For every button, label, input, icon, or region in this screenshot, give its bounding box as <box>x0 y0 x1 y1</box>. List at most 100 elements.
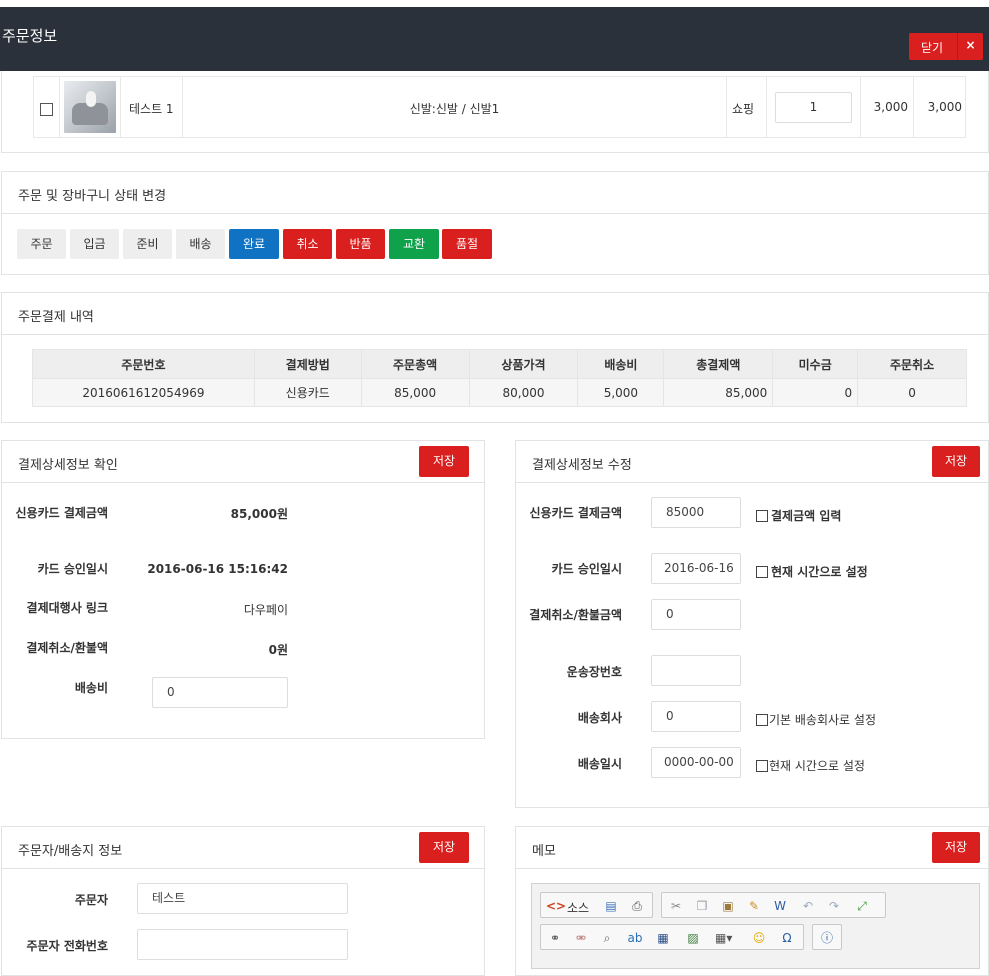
edit-approved-label: 카드 승인일시 <box>551 562 622 576</box>
unlink-icon[interactable]: ⚮ <box>573 930 589 946</box>
link-icon[interactable]: ⚭ <box>547 930 563 946</box>
copy-icon[interactable]: ❐ <box>694 898 710 914</box>
approved-date-input[interactable]: 2016-06-16 <box>651 553 741 584</box>
status-ship-button[interactable]: 배송 <box>176 229 225 259</box>
preview-icon[interactable]: ▤ <box>603 898 619 914</box>
payment-header: 주문총액 <box>360 349 470 379</box>
tracking-number-input[interactable] <box>651 655 741 686</box>
payment-header: 주문취소 <box>857 349 967 379</box>
print-icon[interactable]: ⎙ <box>629 898 645 914</box>
edit-card-amount-label: 신용카드 결제금액 <box>529 506 623 520</box>
ship-date-now-checkbox[interactable]: 현재 시간으로 설정 <box>756 759 865 773</box>
edit-tracking-label: 운송장번호 <box>566 665 622 679</box>
quantity-input[interactable]: 1 <box>775 92 852 123</box>
confirm-pg: 다우페이 <box>243 603 288 617</box>
product-checkbox[interactable] <box>40 103 53 116</box>
courier-input[interactable]: 0 <box>651 701 741 732</box>
confirm-refund-label: 결제취소/환불액 <box>26 641 108 655</box>
close-button-label: 닫기 <box>921 41 944 55</box>
checkbox-icon[interactable] <box>756 510 768 522</box>
orderer-label: 주문자 <box>74 893 108 907</box>
payment-panel-title: 주문결제 내역 <box>18 310 94 325</box>
table-icon[interactable]: ▦▾ <box>715 930 732 946</box>
payment-cell: 2016061612054969 <box>32 378 255 407</box>
product-thumbnail <box>64 81 116 133</box>
default-courier-checkbox-label: 기본 배송회사로 설정 <box>769 713 876 727</box>
modal-header: 주문정보 닫기 × <box>0 7 989 71</box>
table-row: 2016061612054969 신용카드 85,000 80,000 5,00… <box>32 378 967 407</box>
edit-ship-date-label: 배송일시 <box>577 757 622 771</box>
toolbar-group-insert: ⚭ ⚮ ⌕ ab ▦ ▨ ▦▾ ☺ Ω <box>540 924 804 950</box>
payment-table: 주문번호 결제방법 주문총액 상품가격 배송비 총결제액 미수금 주문취소 20… <box>32 349 967 407</box>
source-button-label[interactable]: 소스 <box>567 899 589 916</box>
cut-icon[interactable]: ✂ <box>668 898 684 914</box>
image-icon[interactable]: ▨ <box>685 930 701 946</box>
product-type: 쇼핑 <box>732 102 755 116</box>
status-order-button[interactable]: 주문 <box>17 229 66 259</box>
paste-word-icon[interactable]: W <box>772 898 788 914</box>
orderer-phone-label: 주문자 전화번호 <box>26 939 108 953</box>
special-char-icon[interactable]: Ω <box>779 930 795 946</box>
ship-date-input[interactable]: 0000-00-00 <box>651 747 741 778</box>
undo-icon[interactable]: ↶ <box>800 898 816 914</box>
status-cancel-button[interactable]: 취소 <box>283 229 332 259</box>
redo-icon[interactable]: ↷ <box>826 898 842 914</box>
find-icon[interactable]: ⌕ <box>599 930 615 946</box>
payment-header: 상품가격 <box>468 349 579 379</box>
replace-icon[interactable]: ab <box>627 930 643 946</box>
confirm-save-button[interactable]: 저장 <box>419 446 469 477</box>
toolbar-group-source: <> 소스 ▤ ⎙ <box>540 892 653 918</box>
status-deposit-button[interactable]: 입금 <box>70 229 119 259</box>
status-soldout-button[interactable]: 품절 <box>442 229 492 259</box>
source-icon[interactable]: <> <box>546 898 566 914</box>
select-all-icon[interactable]: ▦ <box>655 930 671 946</box>
shipping-fee-input[interactable]: 0 <box>152 677 288 708</box>
card-amount-checkbox[interactable]: 결제금액 입력 <box>756 509 841 523</box>
memo-editor[interactable]: <> 소스 ▤ ⎙ ✂ ❐ ▣ ✎ W ↶ ↷ ⤢ ⚭ ⚮ ⌕ ab ▦ ▨ ▦… <box>531 883 980 969</box>
refund-amount-input[interactable]: 0 <box>651 599 741 630</box>
memo-save-button[interactable]: 저장 <box>932 832 980 863</box>
payment-cell: 85,000 <box>360 378 470 407</box>
card-amount-checkbox-label: 결제금액 입력 <box>771 509 842 523</box>
checkbox-icon[interactable] <box>756 760 768 772</box>
card-amount-input[interactable]: 85000 <box>651 497 741 528</box>
status-return-button[interactable]: 반품 <box>336 229 385 259</box>
close-icon[interactable]: × <box>957 33 983 60</box>
confirm-card-amount-label: 신용카드 결제금액 <box>15 506 109 520</box>
confirm-shipping-label: 배송비 <box>74 681 108 695</box>
product-price: 3,000 <box>873 100 908 114</box>
status-exchange-button[interactable]: 교환 <box>389 229 439 259</box>
approved-now-checkbox[interactable]: 현재 시간으로 설정 <box>756 565 868 579</box>
orderer-input[interactable]: 테스트 <box>137 883 348 914</box>
customer-save-button[interactable]: 저장 <box>419 832 469 863</box>
payment-cell: 신용카드 <box>253 378 362 407</box>
payment-cell: 0 <box>772 378 859 407</box>
orderer-phone-input[interactable] <box>137 929 348 960</box>
paste-icon[interactable]: ▣ <box>720 898 736 914</box>
default-courier-checkbox[interactable]: 기본 배송회사로 설정 <box>756 713 876 727</box>
confirm-refund: 0원 <box>268 643 288 657</box>
edit-panel-title: 결제상세정보 수정 <box>532 458 632 473</box>
status-prepare-button[interactable]: 준비 <box>123 229 172 259</box>
info-icon[interactable]: ⓘ <box>819 930 835 946</box>
checkbox-icon[interactable] <box>756 566 768 578</box>
product-name: 테스트 1 <box>129 102 174 116</box>
payment-header: 총결제액 <box>663 349 774 379</box>
memo-panel-title: 메모 <box>532 844 556 859</box>
checkbox-icon[interactable] <box>756 714 768 726</box>
edit-save-button[interactable]: 저장 <box>932 446 980 477</box>
payment-header: 배송비 <box>577 349 665 379</box>
smiley-icon[interactable]: ☺ <box>751 930 767 946</box>
payment-cell: 85,000 <box>663 378 774 407</box>
payment-header: 결제방법 <box>253 349 362 379</box>
payment-header: 미수금 <box>772 349 859 379</box>
product-total: 3,000 <box>927 100 962 114</box>
status-complete-button[interactable]: 완료 <box>229 229 279 259</box>
paste-text-icon[interactable]: ✎ <box>746 898 762 914</box>
close-button[interactable]: 닫기 × <box>909 33 983 60</box>
maximize-icon[interactable]: ⤢ <box>854 898 870 914</box>
payment-header: 주문번호 <box>32 349 255 379</box>
edit-courier-label: 배송회사 <box>577 711 622 725</box>
confirm-panel-title: 결제상세정보 확인 <box>18 458 118 473</box>
confirm-approved-label: 카드 승인일시 <box>37 562 108 576</box>
